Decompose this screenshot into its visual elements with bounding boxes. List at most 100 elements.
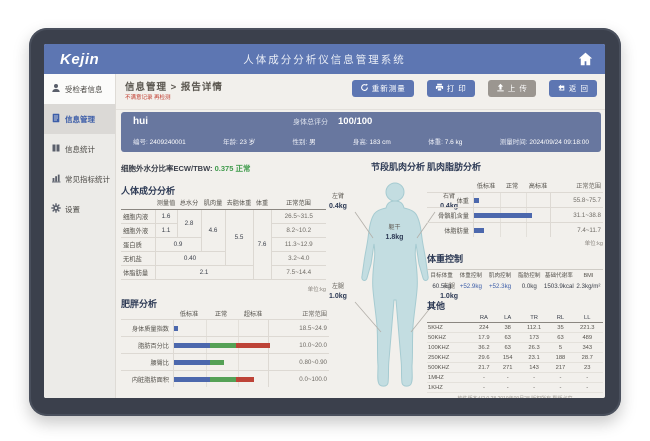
- value-bar: [474, 213, 532, 218]
- button-label: 打 印: [447, 83, 467, 94]
- bar-chart-icon: [51, 173, 61, 185]
- weight-control-col: 肌肉控制 +52.3kg: [485, 272, 514, 292]
- normal-range: 31.1~38.8: [551, 212, 603, 219]
- wc-label: 目标体重: [430, 273, 452, 279]
- row-label: 体重: [427, 196, 473, 205]
- impedance-row: 1MHZ-----: [427, 373, 603, 383]
- body-comp-header: 测量值总水分 肌肉量去脂体重 体重正常范围: [121, 196, 326, 210]
- home-icon[interactable]: [578, 52, 593, 66]
- person-icon: [51, 83, 61, 95]
- app-screen: Kejin 人体成分分析仪信息管理系统 受检者信息信息管理信息统计常见指标统计设…: [44, 44, 605, 398]
- normal-range: 7.4~11.7: [551, 227, 603, 234]
- upload-icon: [496, 83, 505, 94]
- patient-info-bar: hui 身体总评分 100/100 编号: 2409240001年龄: 23 岁…: [121, 112, 601, 152]
- row-label: 体脂肪量: [427, 226, 473, 235]
- weight-control-col: 脂肪控制0.0kg: [515, 272, 544, 292]
- sidebar-item-label: 信息管理: [65, 114, 95, 125]
- obesity-table: 低标准正常超标准 正常范围身体质量指数 18.5~24.9脂肪百分比 10.0~…: [121, 308, 329, 387]
- ecw-value: 0.375: [215, 164, 234, 173]
- sidebar-item-label: 受检者信息: [65, 84, 103, 95]
- weight-control-table: 目标体重60.5kg体重控制+52.9kg肌肉控制+52.3kg脂肪控制0.0k…: [427, 269, 603, 292]
- bar-track: [173, 320, 269, 336]
- muscle-fat-row: 体脂肪量 7.4~11.7: [427, 222, 603, 237]
- muscle-fat-header: 低标准正常高标准 正常范围: [427, 181, 603, 192]
- sidebar-item-2[interactable]: 信息统计: [44, 134, 115, 164]
- wc-value: 1503.9kcal: [544, 282, 574, 293]
- refresh-icon: [360, 83, 369, 94]
- wc-value: +52.3kg: [485, 282, 514, 293]
- wc-value: 2.3kg/m²: [574, 282, 603, 293]
- row-label: 骨骼肌含量: [427, 211, 473, 220]
- ecw-ratio-line: 细胞外水分比率ECW/TBW: 0.375 正常: [121, 163, 251, 174]
- sidebar: 受检者信息信息管理信息统计常见指标统计设置: [44, 74, 116, 398]
- row-label: 内脏脂肪面积: [121, 375, 173, 384]
- obesity-row: 脂肪百分比 10.0~20.0: [121, 336, 329, 353]
- printer-icon: [435, 83, 444, 94]
- obesity-header: 低标准正常超标准 正常范围: [121, 308, 329, 319]
- segment-left-arm: 左臂0.4kg: [329, 193, 347, 213]
- weight-control-title: 体重控制: [427, 252, 603, 265]
- wc-label: 肌肉控制: [489, 273, 511, 279]
- normal-range: 55.8~75.7: [551, 197, 603, 204]
- app-title: 人体成分分析仪信息管理系统: [44, 52, 605, 67]
- muscle-fat-row: 体重 55.8~75.7: [427, 192, 603, 207]
- weight-control-col: BMI 2.3kg/m²: [574, 272, 603, 292]
- value-bar: [474, 228, 484, 233]
- wc-label: 体重控制: [460, 273, 482, 279]
- value-bar: [174, 360, 224, 365]
- segment-trunk: 躯干1.8kg: [386, 224, 404, 244]
- wc-label: 基础代谢率: [545, 273, 573, 279]
- impedance-row: 1KHZ-----: [427, 383, 603, 393]
- normal-range: 0.0~100.0: [269, 376, 329, 383]
- table-row: 体脂肪量 2.1 7.5~14.4: [121, 266, 326, 280]
- back-icon: [557, 83, 566, 94]
- patient-name: hui: [133, 116, 293, 127]
- value-bar: [174, 343, 270, 348]
- patient-field: 性别: 男: [292, 136, 315, 146]
- breadcrumb-note[interactable]: 不满意记录 再检测: [125, 93, 171, 101]
- impedance-row: 50KHZ17.96317363489: [427, 333, 603, 343]
- bar-track: [473, 223, 551, 237]
- body-comp-table: 测量值总水分 肌肉量去脂体重 体重正常范围 细胞内液 1.6 2.8 4.6 5…: [121, 196, 326, 280]
- impedance-header: RALATRRLLL: [427, 314, 603, 323]
- obesity-row: 身体质量指数 18.5~24.9: [121, 319, 329, 336]
- weight-control-col: 体重控制+52.9kg: [456, 272, 485, 292]
- sidebar-item-0[interactable]: 受检者信息: [44, 74, 115, 104]
- toolbar-button-3[interactable]: 返 回: [549, 80, 597, 97]
- sidebar-item-4[interactable]: 设置: [44, 194, 115, 224]
- body-comp-unit: 单位:kg: [121, 285, 326, 293]
- table-row: 无机盐 0.40 3.2~4.0: [121, 252, 326, 266]
- muscle-fat-row: 骨骼肌含量 31.1~38.8: [427, 207, 603, 222]
- breadcrumb[interactable]: 信息管理 > 报告详情: [125, 79, 223, 93]
- button-label: 返 回: [569, 83, 589, 94]
- button-label: 上 传: [508, 83, 528, 94]
- gear-icon: [51, 203, 61, 215]
- normal-range: 0.80~0.90: [269, 359, 329, 366]
- sidebar-item-label: 信息统计: [65, 144, 95, 155]
- patient-field: 体重: 7.6 kg: [428, 136, 462, 146]
- toolbar-button-2[interactable]: 上 传: [488, 80, 536, 97]
- toolbar-button-0[interactable]: 重新测量: [352, 80, 414, 97]
- sidebar-item-3[interactable]: 常见指标统计: [44, 164, 115, 194]
- ecw-label: 细胞外水分比率ECW/TBW:: [121, 164, 213, 173]
- bar-track: [473, 193, 551, 207]
- toolbar-button-1[interactable]: 打 印: [427, 80, 475, 97]
- button-label: 重新测量: [372, 83, 406, 94]
- footer-text: 软件版本:V2.0.28 2019年09月28 版权所有 翻版必究: [427, 395, 603, 398]
- book-icon: [51, 143, 61, 155]
- row-label: 腰臀比: [121, 358, 173, 367]
- muscle-fat-table: 低标准正常高标准 正常范围体重 55.8~75.7骨骼肌含量 31.1~38.8…: [427, 181, 603, 237]
- value-bar: [174, 326, 178, 331]
- patient-field: 身高: 183 cm: [353, 136, 391, 146]
- normal-range: 10.0~20.0: [269, 342, 329, 349]
- page: Kejin 人体成分分析仪信息管理系统 受检者信息信息管理信息统计常见指标统计设…: [0, 0, 650, 441]
- others-title: 其他: [427, 299, 603, 312]
- muscle-fat-unit: 单位:kg: [427, 239, 603, 247]
- wc-label: 脂肪控制: [518, 273, 540, 279]
- patient-field: 年龄: 23 岁: [223, 136, 255, 146]
- wc-label: BMI: [583, 273, 593, 279]
- bar-track: [173, 371, 269, 387]
- impedance-row: 100KHZ36.26326.35343: [427, 343, 603, 353]
- value-bar: [474, 198, 479, 203]
- sidebar-item-1[interactable]: 信息管理: [44, 104, 115, 134]
